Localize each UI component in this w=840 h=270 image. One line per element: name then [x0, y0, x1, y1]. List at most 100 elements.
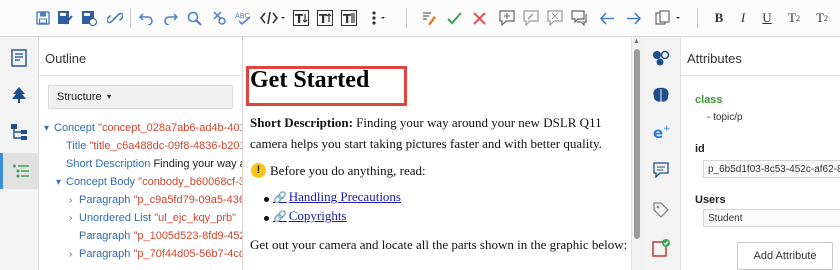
tree-node-ul[interactable]: › Unordered List "ul_ejc_kqy_prb" [69, 209, 236, 227]
search-icon[interactable] [185, 7, 203, 29]
tree-node-type: Paragraph [79, 194, 131, 206]
track-changes-icon[interactable] [420, 7, 438, 29]
accept-change-icon[interactable] [445, 7, 463, 29]
tree-node-type: Paragraph [79, 230, 131, 242]
map-view-icon[interactable] [0, 40, 38, 76]
add-attribute-label: Add Attribute [753, 250, 817, 262]
save-check-icon[interactable] [56, 7, 74, 29]
handling-precautions-link[interactable]: 🔗 Handling Precautions [273, 189, 401, 205]
underline-button[interactable]: U [760, 7, 774, 29]
add-comment-icon[interactable] [498, 7, 516, 29]
left-side-rail [0, 37, 39, 270]
link-icon: 🔗 [273, 211, 287, 223]
svg-text:T: T [343, 12, 352, 26]
expand-arrow-icon[interactable]: › [69, 246, 79, 264]
id-field[interactable]: p_6b5d1f03-8c53-452c-af62-85a [703, 160, 840, 178]
expand-arrow-icon[interactable]: › [69, 210, 79, 228]
tree-node-id: "p_70f44d05-56b7-4cd2-b [133, 248, 242, 260]
users-field[interactable]: Student [703, 209, 840, 227]
editor-scrollbar[interactable]: ▲ [631, 37, 642, 270]
outline-title: Outline [45, 51, 87, 66]
reject-change-icon[interactable] [470, 7, 488, 29]
tree-node-id: "p_1005d523-8fd9-452e-a [133, 230, 242, 242]
review-panel-icon[interactable] [655, 7, 685, 29]
class-value: - topic/p [703, 109, 840, 127]
find-replace-icon[interactable] [210, 7, 228, 29]
save-icon[interactable] [34, 7, 52, 29]
svg-text:e: e [653, 124, 663, 141]
tree-node-type: Concept [54, 122, 95, 134]
redo-icon[interactable] [161, 7, 179, 29]
italic-button[interactable]: I [736, 7, 750, 29]
tree-node-id: "concept_028a7ab6-ad4b-4015-9 [98, 122, 242, 134]
tree-node-id: "ul_ejc_kqy_prb" [154, 212, 237, 224]
subscript-mark: 2 [823, 13, 828, 23]
add-attribute-button[interactable]: Add Attribute [737, 242, 833, 270]
right-side-rail: e + [642, 37, 681, 270]
structure-dropdown[interactable]: Structure ▼ [48, 85, 233, 109]
tree-node-shortdesc[interactable]: Short Description Finding your way arou [56, 155, 242, 173]
highlight-box [246, 66, 407, 106]
short-description-text: Finding your way around your new DSLR Q1… [352, 115, 602, 130]
paragraph-text[interactable]: Get out your camera and locate all the p… [250, 234, 627, 255]
tag-icon[interactable] [642, 192, 680, 228]
text-format-icon[interactable]: T [340, 7, 358, 29]
link-text: Handling Precautions [288, 189, 401, 204]
superscript-label: T [788, 10, 796, 25]
tree-node-title[interactable]: Title "title_c6a488dc-09f8-4836-b201-56 [56, 137, 242, 155]
link-icon[interactable] [105, 7, 125, 29]
comments-icon[interactable] [570, 7, 588, 29]
subscript-label: T [816, 10, 824, 25]
outline-view-icon[interactable] [0, 153, 38, 189]
chevron-down-icon: ▼ [105, 93, 113, 101]
structure-icon[interactable] [0, 114, 38, 150]
comments-panel-icon[interactable] [642, 152, 680, 188]
brain-icon[interactable] [642, 77, 680, 113]
bullet [264, 197, 269, 202]
tree-view-icon[interactable] [0, 77, 38, 113]
underline-label: U [762, 10, 772, 25]
scrollbar-thumb[interactable] [634, 49, 640, 239]
copyrights-link[interactable]: 🔗 Copyrights [273, 208, 347, 224]
tree-node-paragraph[interactable]: Paragraph "p_1005d523-8fd9-452e-a [69, 227, 242, 245]
next-change-icon[interactable] [624, 7, 642, 29]
short-description-label: Short Description: [250, 115, 353, 130]
tree-node-paragraph[interactable]: ›Paragraph "p_70f44d05-56b7-4cd2-b [69, 245, 242, 264]
delete-comment-icon[interactable] [546, 7, 564, 29]
warning-text[interactable]: Before you do anything, read: [270, 160, 426, 181]
tree-node-conbody[interactable]: ▾Concept Body "conbody_b60068cf-3865 [56, 173, 242, 192]
document-editor[interactable]: Get Started Short Description: Finding y… [243, 37, 631, 270]
undo-icon[interactable] [137, 7, 155, 29]
attributes-panel: Attributes class - topic/p id p_6b5d1f03… [681, 37, 840, 270]
edit-comment-icon[interactable] [522, 7, 540, 29]
superscript-mark: 2 [795, 13, 800, 23]
expand-arrow-icon[interactable]: ▾ [44, 120, 54, 138]
scroll-up-icon[interactable]: ▲ [633, 38, 640, 45]
expand-arrow-icon[interactable]: › [69, 192, 79, 210]
bold-button[interactable]: B [712, 7, 726, 29]
edge-icon[interactable]: e + [642, 114, 680, 150]
insert-text-icon[interactable]: T [316, 7, 334, 29]
tree-node-type: Paragraph [79, 248, 131, 260]
spell-check-icon[interactable]: ABC [235, 7, 253, 29]
expand-arrow-icon[interactable]: ▾ [56, 174, 66, 192]
components-icon[interactable] [642, 40, 680, 76]
structure-dropdown-label: Structure [57, 91, 102, 103]
tree-node-id: "conbody_b60068cf-3865 [138, 176, 242, 188]
tree-node-id: "title_c6a488dc-09f8-4836-b201-56 [89, 140, 242, 152]
short-description[interactable]: Short Description: Finding your way arou… [250, 112, 602, 154]
superscript-button[interactable]: T2 [786, 7, 802, 29]
previous-change-icon[interactable] [598, 7, 616, 29]
tasks-check-icon[interactable] [642, 230, 680, 266]
short-description-text-2: camera helps you start taking pictures f… [250, 136, 602, 151]
tree-node-concept[interactable]: ▾Concept "concept_028a7ab6-ad4b-4015-9 [44, 119, 242, 138]
save-as-icon[interactable] [80, 7, 98, 29]
insert-element-icon[interactable]: T [292, 7, 310, 29]
more-options-icon[interactable] [368, 7, 388, 29]
code-view-icon[interactable] [260, 7, 286, 29]
tree-node-paragraph[interactable]: ›Paragraph "p_c9a5fd79-09a5-4367-8 [69, 191, 242, 210]
main-toolbar: ABC T T T B I U T2 T 2 [0, 0, 840, 37]
outline-panel: Outline Structure ▼ ▾ Concept "concept_02… [39, 37, 243, 270]
id-label: id [695, 143, 705, 155]
subscript-button[interactable]: T2 [814, 7, 830, 29]
